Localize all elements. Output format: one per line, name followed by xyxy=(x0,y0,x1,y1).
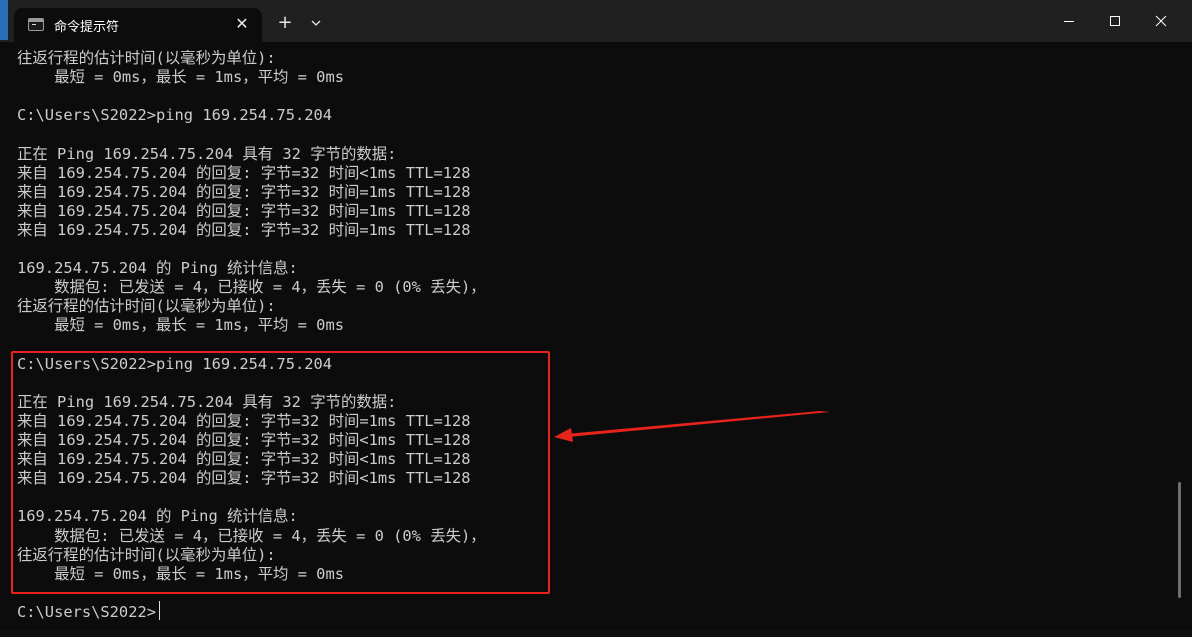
scrollbar-thumb[interactable] xyxy=(1178,482,1181,598)
annotation-arrow xyxy=(554,411,830,442)
terminal-window: 命令提示符 ✕ + 往返行程的估计时间(以毫秒为单位): 最短 = 0ms，最长… xyxy=(0,0,1192,637)
annotation-arrow-shaft xyxy=(566,411,830,437)
window-bottom-edge xyxy=(0,630,1192,637)
annotation-arrow-head xyxy=(554,428,573,442)
